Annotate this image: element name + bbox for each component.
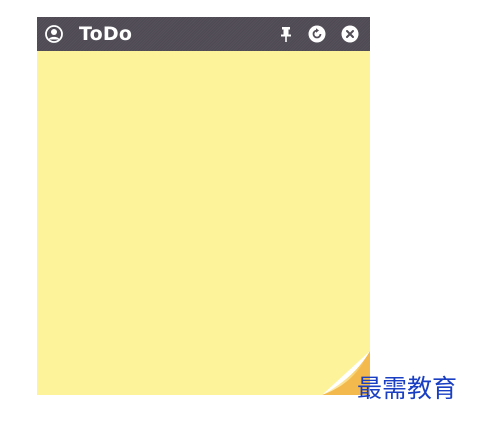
user-icon[interactable] — [45, 25, 63, 43]
refresh-icon[interactable] — [308, 25, 326, 43]
watermark-text: 最需教育 — [357, 374, 458, 403]
title-bar[interactable]: ToDo — [37, 17, 370, 51]
todo-note-window: ToDo — [37, 17, 370, 395]
pin-icon[interactable] — [277, 25, 295, 43]
close-icon[interactable] — [341, 25, 359, 43]
note-text-area[interactable] — [37, 51, 370, 395]
window-title: ToDo — [79, 23, 133, 45]
screen: ToDo 最需教育 — [0, 0, 479, 421]
